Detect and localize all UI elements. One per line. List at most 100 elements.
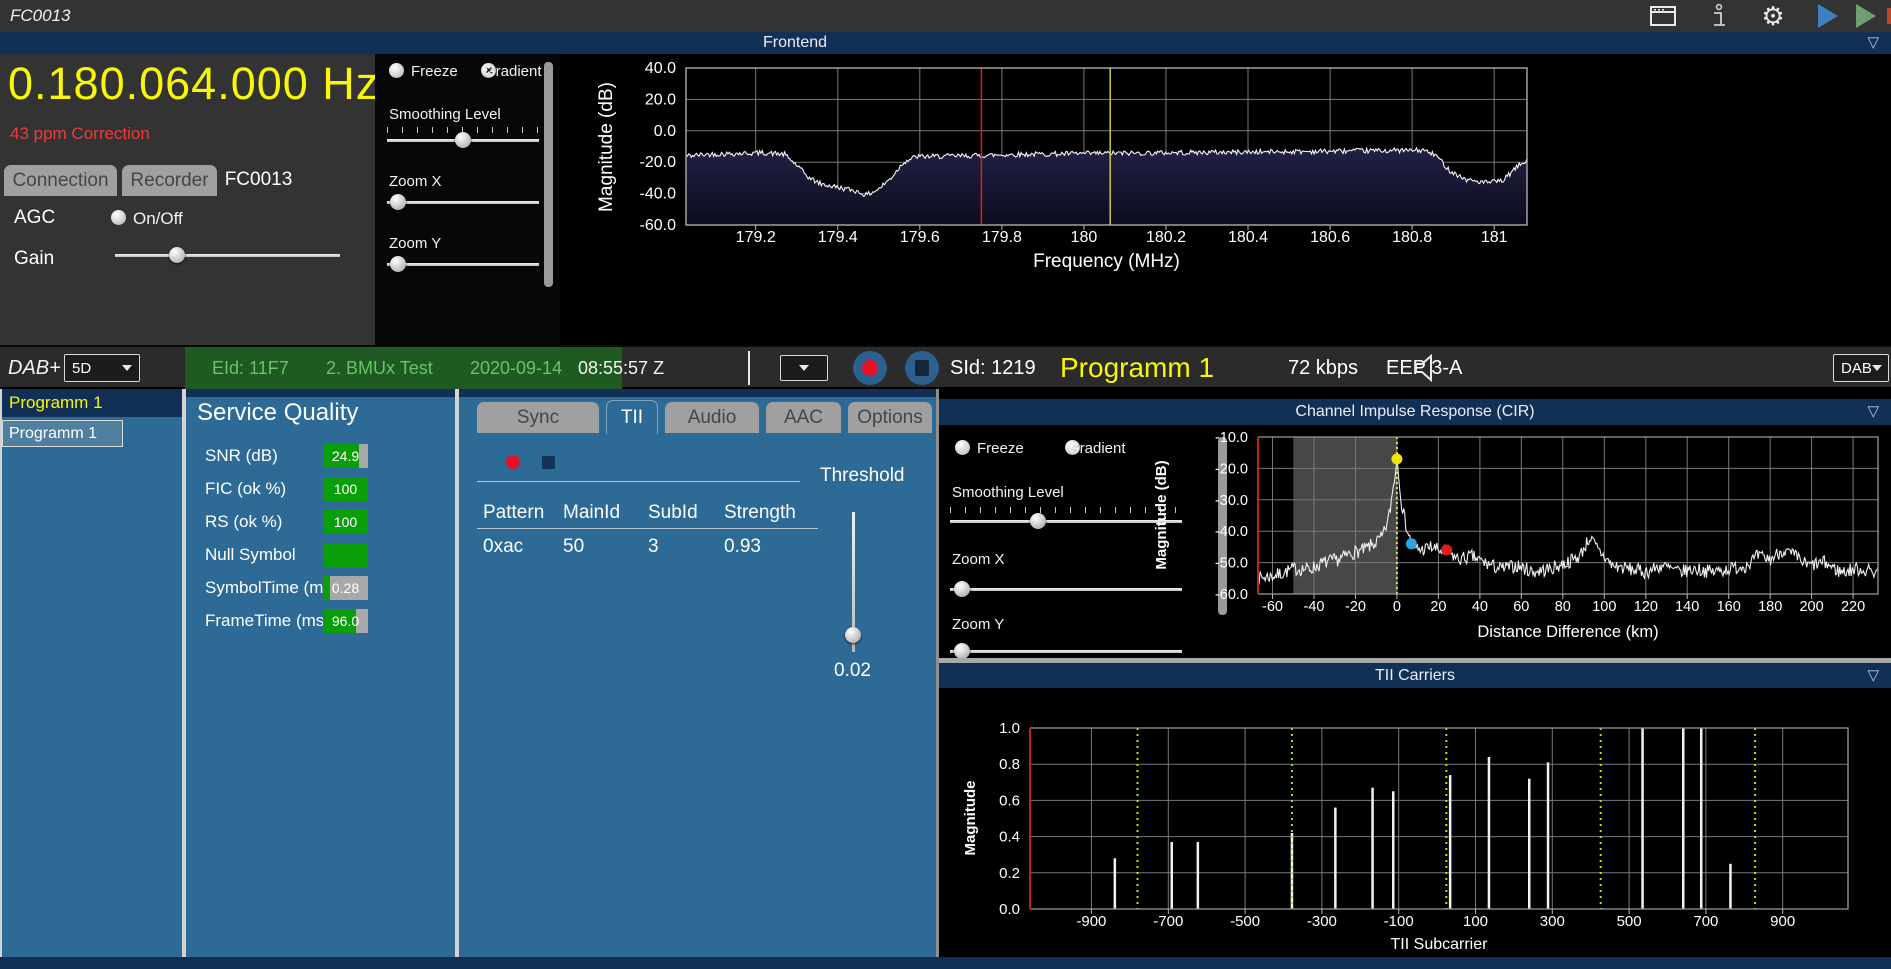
tii-panel-header: TII Carriers ▽ [939, 663, 1891, 688]
svg-text:-20.0: -20.0 [640, 154, 677, 171]
sq-row-bar: 24.9 [323, 444, 368, 468]
cir-panel-title: Channel Impulse Response (CIR) [939, 399, 1891, 425]
smoothing-slider[interactable] [387, 132, 539, 148]
svg-text:181: 181 [1481, 229, 1508, 246]
svg-text:40.0: 40.0 [645, 60, 676, 77]
expand-menu-button[interactable] [780, 355, 828, 381]
zoom-y-slider[interactable] [387, 256, 539, 272]
sq-row: FrameTime (ms)96.0 [186, 608, 455, 634]
freeze-label: Freeze [411, 63, 458, 80]
channel-select[interactable]: 5D [64, 354, 140, 382]
threshold-slider-knob[interactable] [845, 627, 861, 643]
tuner-tabs: ConnectionRecorderFC0013 [4, 163, 374, 197]
mode-label: DAB+ [8, 347, 61, 389]
svg-text:20.0: 20.0 [645, 91, 676, 108]
sq-row-bar: 100 [323, 477, 368, 501]
sq-row-label: FrameTime (ms) [205, 608, 330, 634]
sq-row: SymbolTime (ms)0.28 [186, 575, 455, 601]
speaker-icon[interactable] [1412, 354, 1442, 387]
cir-zoom-y-label: Zoom Y [952, 616, 1004, 633]
gain-slider[interactable] [115, 247, 340, 263]
sq-row: FIC (ok %)100 [186, 476, 455, 502]
band-value: DAB [1841, 360, 1872, 377]
detail-tabs: SyncTIIAudioAACOptions [477, 400, 936, 435]
stop-button[interactable] [905, 351, 939, 385]
band-select[interactable]: DAB [1833, 354, 1889, 382]
sq-row: Null Symbol [186, 542, 455, 568]
sq-row-bar: 100 [323, 510, 368, 534]
controls-scrollbar[interactable] [544, 62, 553, 287]
sq-row-label: Null Symbol [205, 542, 296, 568]
tii-cell: 0xac [483, 536, 523, 558]
svg-text:-20.0: -20.0 [1215, 461, 1248, 477]
play-green-icon[interactable] [1856, 4, 1876, 28]
program-list-item[interactable]: Programm 1 [2, 420, 123, 447]
panel-top-border [186, 389, 455, 397]
svg-text:120: 120 [1634, 599, 1658, 615]
tab-options[interactable]: Options [848, 402, 932, 433]
svg-text:-60.0: -60.0 [1215, 587, 1248, 603]
threshold-label: Threshold [820, 465, 905, 487]
info-icon[interactable] [1706, 4, 1732, 28]
tab-sync[interactable]: Sync [477, 402, 599, 433]
divider [477, 481, 800, 482]
svg-text:-50.0: -50.0 [1215, 556, 1248, 572]
tab-aac[interactable]: AAC [766, 402, 841, 433]
svg-text:-60: -60 [1262, 599, 1283, 615]
settings-gear-icon[interactable]: ⚙ [1760, 4, 1786, 28]
legend-sub-square-icon [542, 456, 555, 469]
window-icon[interactable] [1650, 4, 1676, 28]
play-blue-icon[interactable] [1818, 4, 1838, 28]
tii-cell: 50 [563, 536, 584, 558]
sq-row-label: SymbolTime (ms) [205, 575, 338, 601]
collapse-cir-icon[interactable]: ▽ [1867, 399, 1879, 425]
svg-text:Magnitude (dB): Magnitude (dB) [1153, 460, 1170, 569]
sq-row-value: 24.9 [323, 444, 368, 468]
svg-text:179.2: 179.2 [736, 229, 776, 246]
frontend-panel-header: Frontend ▽ [0, 32, 1891, 54]
agc-toggle-radio[interactable] [111, 210, 126, 225]
svg-text:180.4: 180.4 [1228, 229, 1268, 246]
tab-fc0013[interactable]: FC0013 [222, 163, 295, 196]
cir-gradient-label: Gradient [1068, 440, 1126, 457]
statusbar: DAB+ 5D EId: 11F7 2. BMUx Test 2020-09-1… [0, 345, 1891, 387]
svg-text:1.0: 1.0 [999, 720, 1020, 737]
tab-recorder[interactable]: Recorder [122, 165, 217, 196]
cir-zoom-y-slider[interactable] [950, 643, 1182, 659]
svg-text:179.6: 179.6 [900, 229, 940, 246]
cir-zoom-x-label: Zoom X [952, 551, 1005, 568]
cir-smoothing-slider[interactable] [950, 513, 1182, 529]
tab-connection[interactable]: Connection [4, 165, 117, 196]
chevron-down-icon [122, 365, 132, 371]
svg-text:TII Subcarrier: TII Subcarrier [1391, 936, 1489, 953]
svg-text:-30.0: -30.0 [1215, 493, 1248, 509]
gain-label: Gain [14, 248, 54, 270]
threshold-value: 0.02 [834, 660, 871, 682]
cir-chart: -60-40-20020406080100120140160180200220-… [1150, 425, 1891, 658]
cir-freeze-radio[interactable] [955, 440, 970, 455]
zoom-x-label: Zoom X [389, 173, 442, 190]
service-quality-panel: Service Quality SNR (dB) 24.9 FIC (ok %)10… [186, 389, 455, 957]
ppm-correction: 43 ppm Correction [10, 124, 150, 144]
tab-audio[interactable]: Audio [665, 402, 759, 433]
collapse-tii-icon[interactable]: ▽ [1867, 663, 1879, 688]
svg-text:0.4: 0.4 [999, 829, 1020, 846]
svg-text:179.8: 179.8 [982, 229, 1022, 246]
freeze-radio[interactable] [389, 63, 404, 78]
svg-text:-10.0: -10.0 [1215, 430, 1248, 446]
ensemble-date: 2020-09-14 [470, 347, 562, 389]
svg-text:80: 80 [1555, 599, 1571, 615]
collapse-frontend-icon[interactable]: ▽ [1867, 32, 1879, 54]
svg-text:-20: -20 [1345, 599, 1366, 615]
service-quality-title: Service Quality [197, 399, 358, 427]
sq-row-label: SNR (dB) [205, 443, 278, 469]
cir-zoom-x-slider[interactable] [950, 581, 1182, 597]
record-button[interactable] [853, 351, 887, 385]
svg-text:-60.0: -60.0 [640, 217, 677, 234]
sq-row-value: 96.0 [323, 609, 368, 633]
tii-col-header: SubId [648, 502, 698, 524]
table-header-underline [477, 528, 818, 529]
tab-tii[interactable]: TII [606, 400, 658, 434]
service-id: SId: 1219 [950, 347, 1036, 389]
zoom-x-slider[interactable] [387, 194, 539, 210]
